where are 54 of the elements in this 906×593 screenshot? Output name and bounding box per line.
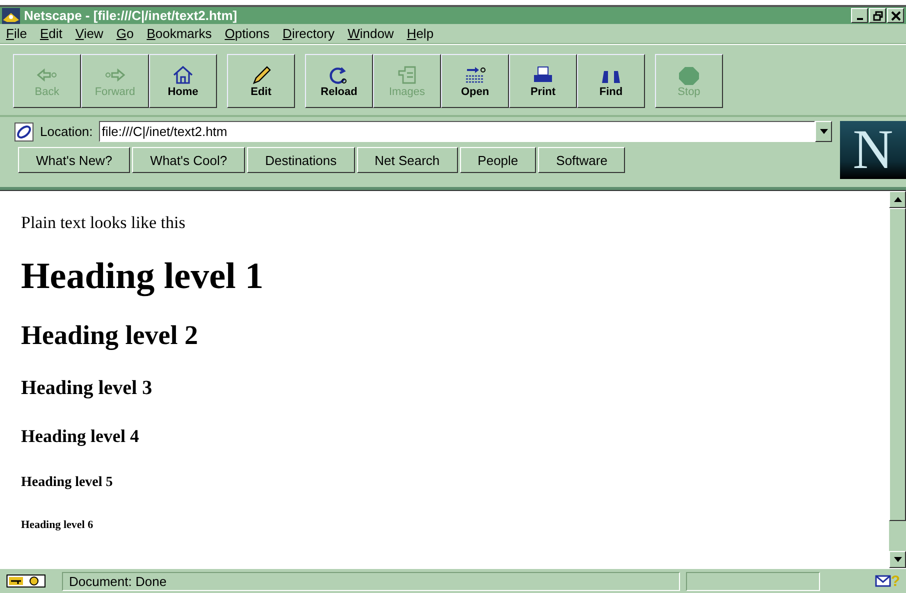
directory-button[interactable]: What's New? [18,147,130,173]
logo[interactable]: N [840,121,906,179]
minimize-icon [856,18,862,20]
stop-icon [677,64,701,84]
restore-icon [872,10,882,20]
menu-item[interactable]: Help [406,26,434,41]
location-field[interactable]: file:///C|/inet/text2.htm [98,121,815,142]
directory-button[interactable]: People [460,147,536,173]
dropdown-button[interactable] [815,121,832,142]
house-icon [171,64,195,84]
close-button[interactable] [887,8,904,23]
maximize-button[interactable] [869,8,886,23]
heading: Heading level 4 [21,426,140,447]
caret-icon [820,129,828,134]
scrollbar[interactable] [889,191,906,568]
toolbar-button[interactable]: Print [509,54,577,108]
minimize-button[interactable] [851,8,868,23]
heading: Heading level 5 [21,475,114,491]
location-label: Location: [40,124,93,139]
menu-item[interactable]: Edit [40,26,62,41]
paragraph: Plain text looks like this [21,213,186,233]
close-icon [890,10,900,20]
scroll-thumb[interactable] [889,208,906,521]
security-key-icon[interactable] [6,573,46,589]
directory-button[interactable]: What's Cool? [132,147,246,173]
menu-item[interactable]: View [75,26,104,41]
status-text: Document: Done [62,572,680,590]
printer-icon [531,64,555,84]
window-title: Netscape - [file:///C|/inet/text2.htm] [24,8,238,23]
toolbar-button[interactable]: Reload [305,54,373,108]
menu-item[interactable]: Window [348,26,394,41]
heading: Heading level 3 [21,377,154,400]
up-arrow-icon [894,197,902,202]
bookmark-icon[interactable] [14,122,34,142]
scroll-down-button[interactable] [889,551,906,568]
directory-button[interactable]: Software [538,147,626,173]
scroll-up-button[interactable] [889,191,906,208]
down-arrow-icon [894,557,902,562]
heading: Heading level 1 [21,255,265,298]
menu-item[interactable]: Go [116,26,134,41]
directory-button[interactable]: Destinations [247,147,355,173]
heading: Heading level 6 [21,519,94,531]
mail-icon[interactable] [874,575,891,587]
toolbar-button[interactable]: Home [149,54,217,108]
menu-item[interactable]: Directory [282,26,335,41]
menu-item[interactable]: Options [224,26,270,41]
toolbar-button[interactable]: Open [441,54,509,108]
menu-item[interactable]: File [6,26,27,41]
toolbar-button[interactable]: Edit [227,54,295,108]
directory-button[interactable]: Net Search [356,147,458,173]
open-icon [463,64,487,84]
menu-item[interactable]: Bookmarks [146,26,212,41]
heading: Heading level 2 [21,320,199,351]
toolbar-button[interactable]: Find [577,54,645,108]
